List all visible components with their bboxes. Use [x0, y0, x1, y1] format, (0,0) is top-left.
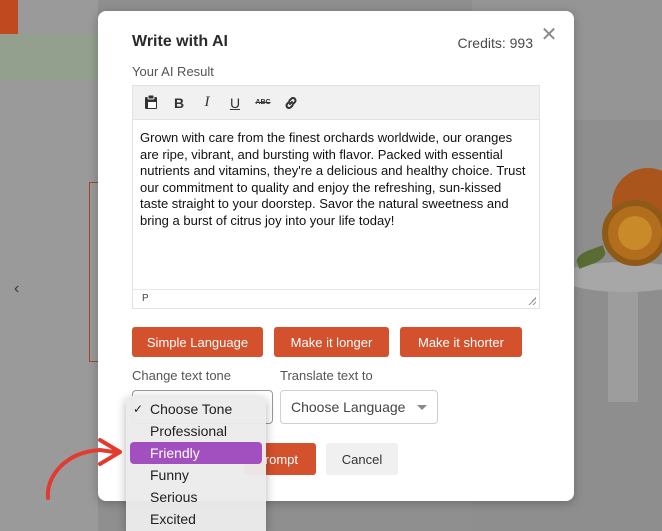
element-path: P	[142, 293, 149, 304]
cake-stand-leg	[608, 282, 638, 402]
editor-statusbar: P	[133, 289, 539, 308]
tone-option-serious[interactable]: Serious	[130, 486, 262, 508]
editor-content[interactable]: Grown with care from the finest orchards…	[133, 120, 539, 289]
close-icon[interactable]: ✕	[539, 25, 559, 45]
orange-half-image	[602, 200, 662, 266]
tone-option-choose[interactable]: ✓ Choose Tone	[130, 398, 262, 420]
simple-language-button[interactable]: Simple Language	[132, 327, 263, 357]
underline-icon[interactable]: U	[225, 93, 245, 113]
link-icon[interactable]	[281, 93, 301, 113]
resize-handle-icon[interactable]	[528, 297, 536, 305]
modal-title: Write with AI	[132, 33, 228, 50]
background-image-strip	[0, 34, 98, 80]
bold-icon[interactable]: B	[169, 93, 189, 113]
italic-icon[interactable]: I	[197, 93, 217, 113]
tone-option-professional[interactable]: Professional	[130, 420, 262, 442]
cancel-button[interactable]: Cancel	[326, 443, 398, 475]
tone-option-excited[interactable]: Excited	[130, 508, 262, 530]
strikethrough-icon[interactable]: ABC	[253, 93, 273, 113]
ai-result-editor: B I U ABC Grown with care from the fines…	[132, 85, 540, 309]
make-longer-button[interactable]: Make it longer	[274, 327, 389, 357]
ai-result-label: Your AI Result	[132, 64, 214, 79]
tone-dropdown-menu: ✓ Choose Tone Professional Friendly Funny…	[126, 396, 266, 531]
checkmark-icon: ✓	[133, 402, 144, 416]
annotation-arrow-icon	[45, 438, 122, 500]
background-menu-block	[0, 0, 18, 34]
clipboard-paste-icon[interactable]	[141, 93, 161, 113]
language-select[interactable]: Choose Language	[280, 390, 438, 424]
tone-label: Change text tone	[132, 368, 232, 383]
chevron-left-icon: ‹	[14, 280, 20, 297]
make-shorter-button[interactable]: Make it shorter	[400, 327, 522, 357]
language-select-value: Choose Language	[291, 399, 406, 415]
tone-option-friendly[interactable]: Friendly	[130, 442, 262, 464]
chevron-down-icon	[417, 405, 427, 410]
tone-option-funny[interactable]: Funny	[130, 464, 262, 486]
translate-label: Translate text to	[280, 368, 373, 383]
editor-toolbar: B I U ABC	[133, 86, 539, 120]
credits-counter: Credits: 993	[457, 35, 533, 51]
